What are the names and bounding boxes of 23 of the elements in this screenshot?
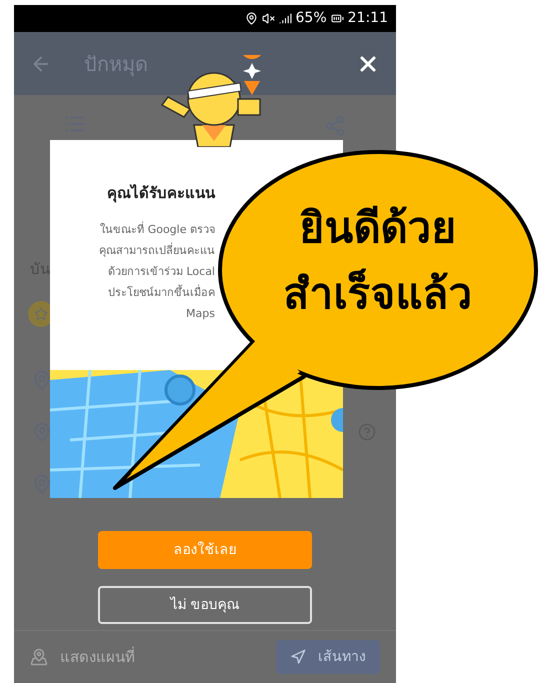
- no-thanks-button[interactable]: ไม่ ขอบคุณ: [98, 586, 312, 624]
- location-icon: [244, 12, 258, 25]
- directions-button[interactable]: เส้นทาง: [276, 640, 380, 674]
- map-icon[interactable]: [30, 648, 48, 666]
- callout-text: ยินดีด้วย: [300, 202, 456, 254]
- battery-icon: [330, 12, 344, 25]
- pin-icon: [32, 422, 52, 442]
- dialog-text-line: ประโยชน์มากขึ้นเมื่อค: [108, 284, 215, 300]
- try-now-button[interactable]: ลองใช้เลย: [98, 531, 312, 569]
- dialog-text-line: ด้วยการเข้าร่วม Local: [108, 264, 215, 280]
- dialog-text-line: ในขณะที่ Google ตรวจ: [100, 220, 215, 238]
- signal-icon: [278, 12, 292, 25]
- pin-icon: [32, 474, 52, 494]
- callout-text: สำเร็จแล้ว: [284, 268, 472, 320]
- navigation-icon: [290, 649, 306, 665]
- dialog-title: คุณได้รับคะแนน: [107, 183, 215, 204]
- dialog-text-line: Maps: [186, 306, 215, 322]
- pin-icon: [32, 370, 52, 390]
- clock: 21:11: [348, 9, 388, 28]
- show-map-label[interactable]: แสดงแผนที่: [60, 646, 264, 668]
- dialog-text-line: คุณสามารถเปลี่ยนคะแน: [99, 242, 215, 259]
- mute-icon: [262, 12, 275, 25]
- battery-percent: 65%: [296, 9, 327, 28]
